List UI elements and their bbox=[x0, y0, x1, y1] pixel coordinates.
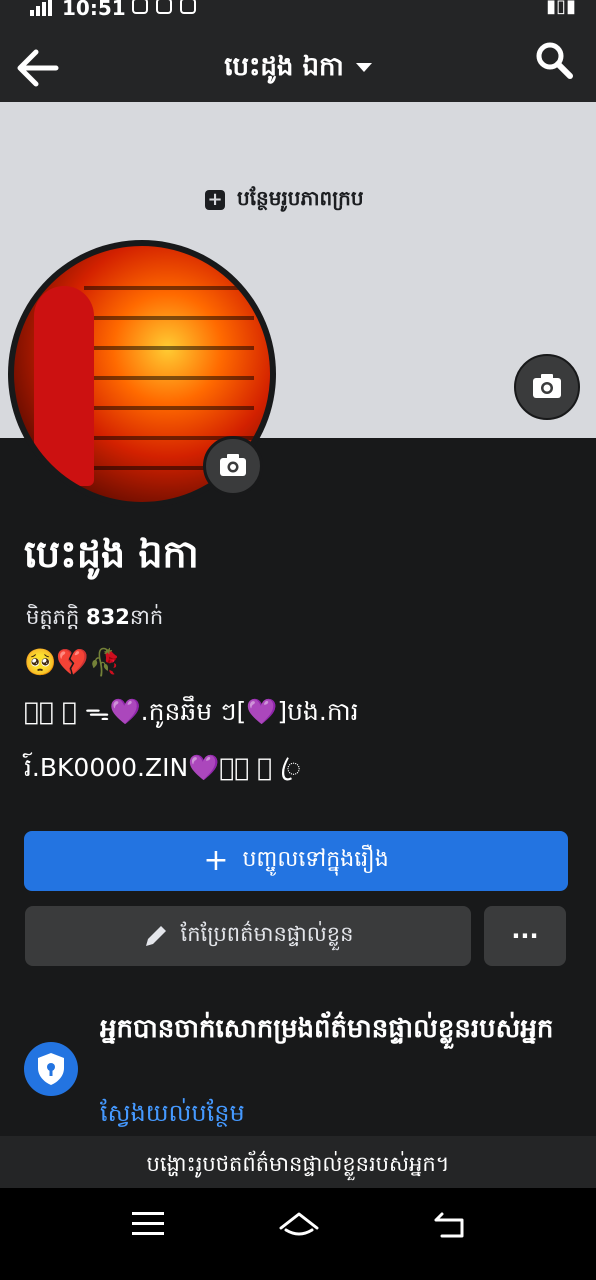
pencil-icon bbox=[145, 926, 166, 946]
shield-lock-icon bbox=[24, 1042, 78, 1096]
cover-camera-button[interactable] bbox=[514, 354, 580, 420]
profile-figure bbox=[34, 286, 94, 486]
header-title: បេះដូង ឯកា bbox=[224, 52, 344, 82]
plus-icon: + bbox=[203, 843, 229, 878]
status-time: 10:51 bbox=[62, 0, 126, 20]
bio-line-1: 🥺💔🥀 bbox=[24, 648, 122, 678]
message-icon bbox=[180, 0, 196, 14]
profile-name: បេះដូង ឯកា bbox=[24, 532, 199, 576]
profile-picture-camera-button[interactable] bbox=[203, 436, 263, 496]
top-app-bar: បេះដូង ឯកា bbox=[0, 22, 596, 102]
camera-icon bbox=[533, 374, 561, 398]
friends-label: មិត្តភក្ដិ bbox=[26, 605, 80, 629]
status-bar: 10:51 ▮▯▮ bbox=[0, 0, 596, 22]
signal-icon bbox=[30, 0, 52, 16]
more-options-button[interactable]: ··· bbox=[484, 906, 566, 966]
battery-icon: ▮▯▮ bbox=[546, 0, 576, 17]
edit-profile-button[interactable]: កែប្រែពត៌មានផ្ទាល់ខ្លួន bbox=[25, 906, 471, 966]
add-to-story-button[interactable]: + បញ្ចូលទៅក្នុងរឿង bbox=[24, 831, 568, 891]
friends-number: 832 bbox=[86, 605, 130, 629]
notification-icon bbox=[156, 0, 172, 14]
messenger-icon bbox=[132, 0, 148, 14]
profile-locked-card: អ្នកបានចាក់សោកម្រងព័ត៌មានផ្ទាល់ខ្លួនរបស់… bbox=[24, 1012, 574, 1136]
friends-count[interactable]: មិត្តភក្ដិ 832នាក់ bbox=[26, 604, 163, 635]
add-to-story-label: បញ្ចូលទៅក្នុងរឿង bbox=[242, 847, 389, 872]
chevron-down-icon bbox=[355, 63, 372, 72]
profile-locked-title: អ្នកបានចាក់សោកម្រងព័ត៌មានផ្ទាល់ខ្លួនរបស់… bbox=[100, 1014, 554, 1044]
home-icon[interactable] bbox=[278, 1208, 320, 1240]
search-icon[interactable] bbox=[534, 40, 574, 80]
bio-line-3: រ៍.BK0000.ZIN💜ᯓ⃟ ⃟ ꦿ bbox=[24, 753, 302, 782]
edit-profile-label: កែប្រែពត៌មានផ្ទាល់ខ្លួន bbox=[180, 921, 354, 946]
add-cover-label: បន្ថែមរូបភាពក្រប bbox=[237, 186, 364, 210]
bio-line-2: ꦿ⃟ ⃟ ᯓ💜.កូនឆឹម ៗ[💜]បង.ការ bbox=[24, 697, 359, 726]
back-icon[interactable] bbox=[432, 1210, 468, 1240]
add-photo-icon: + bbox=[205, 190, 225, 210]
recent-apps-icon[interactable] bbox=[132, 1212, 164, 1236]
add-cover-photo-button[interactable]: + បន្ថែមរូបភាពក្រប bbox=[205, 185, 364, 215]
upload-photo-banner[interactable]: បង្ហោះរូបថតព័ត៌មានផ្ទាល់ខ្លួនរបស់អ្នក។ bbox=[0, 1136, 596, 1188]
camera-icon bbox=[220, 454, 246, 476]
learn-more-link[interactable]: ស្វែងយល់បន្ថែម bbox=[100, 1098, 245, 1133]
system-navigation-bar bbox=[0, 1188, 596, 1280]
friends-suffix: នាក់ bbox=[129, 605, 164, 629]
profile-switcher[interactable]: បេះដូង ឯកា bbox=[0, 50, 596, 88]
